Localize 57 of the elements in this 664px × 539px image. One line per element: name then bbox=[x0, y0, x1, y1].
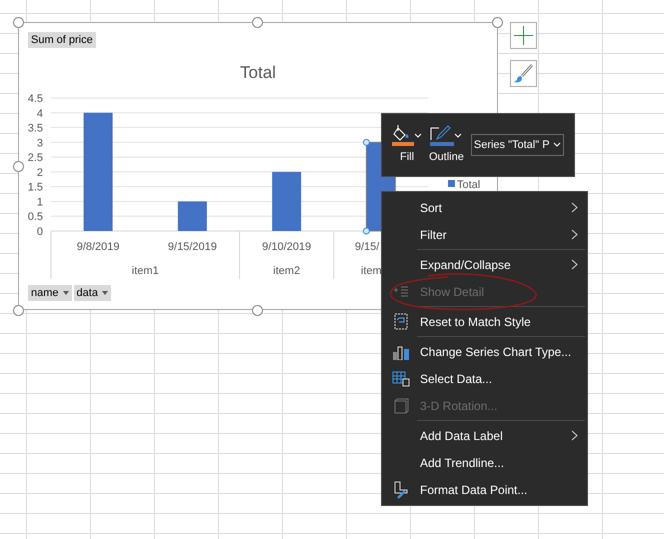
plus-icon bbox=[514, 26, 533, 45]
table-select-icon bbox=[392, 370, 410, 386]
pen-outline-icon bbox=[430, 124, 454, 146]
dropdown-arrow-icon bbox=[62, 291, 69, 295]
selection-handle[interactable] bbox=[362, 138, 370, 146]
field-dropdown[interactable]: data bbox=[74, 285, 111, 301]
document-reset-icon bbox=[394, 313, 408, 330]
axis-tick-label: 4 bbox=[36, 108, 43, 120]
group-label: item2 bbox=[273, 265, 300, 277]
axis-tick-label: 0 bbox=[36, 226, 43, 238]
menu-item[interactable]: Add Trendline... bbox=[382, 449, 587, 476]
cube-icon bbox=[394, 398, 408, 414]
series-dropdown[interactable]: Series "Total" P bbox=[470, 134, 564, 156]
chevron-down-icon bbox=[414, 132, 422, 140]
category-label: 9/8/2019 bbox=[76, 241, 120, 253]
chart-styles-button[interactable] bbox=[510, 60, 537, 87]
chevron-down-icon bbox=[454, 132, 462, 140]
chevron-down-icon bbox=[552, 141, 561, 149]
fill-button[interactable]: Fill bbox=[392, 124, 422, 166]
axis-tick-label: 0.5 bbox=[28, 211, 43, 224]
axis-tick-label: 2 bbox=[36, 166, 43, 179]
field-dropdown[interactable]: name bbox=[28, 285, 72, 301]
category-label: 9/10/2019 bbox=[262, 241, 312, 253]
axis-tick-label: 1.5 bbox=[28, 182, 43, 194]
field-button[interactable]: Sum of price bbox=[28, 32, 96, 48]
resize-handle[interactable] bbox=[252, 17, 263, 28]
bar-chart-icon bbox=[392, 344, 410, 360]
legend-swatch bbox=[448, 180, 455, 187]
menu-item[interactable]: Select Data... bbox=[382, 365, 587, 392]
menu-item[interactable]: Change Series Chart Type... bbox=[382, 338, 587, 365]
axis-tick-label: 4.5 bbox=[28, 93, 43, 105]
resize-handle[interactable] bbox=[252, 305, 263, 316]
outline-button[interactable]: Outline bbox=[429, 124, 464, 166]
axis-tick-label: 2.5 bbox=[28, 152, 43, 164]
paint-bucket-icon bbox=[392, 124, 414, 146]
group-label: item1 bbox=[132, 265, 159, 277]
axis-tick-label: 1 bbox=[36, 196, 43, 208]
chart-elements-button[interactable] bbox=[510, 22, 537, 49]
menu-item[interactable]: Format Data Point... bbox=[382, 476, 587, 503]
resize-handle[interactable] bbox=[13, 17, 24, 28]
category-label: 9/15/2019 bbox=[168, 241, 217, 253]
category-label: 9/15/ bbox=[354, 241, 380, 253]
menu-item[interactable]: Add Data Label bbox=[382, 422, 587, 449]
selection-handle[interactable] bbox=[362, 228, 370, 234]
axis-tick-label: 3 bbox=[36, 137, 43, 150]
resize-handle[interactable] bbox=[13, 305, 24, 316]
resize-handle[interactable] bbox=[13, 161, 24, 172]
menu-item[interactable]: Reset to Match Style bbox=[382, 308, 587, 335]
list-plus-icon bbox=[393, 286, 409, 298]
axis-tick-label: 3.5 bbox=[28, 122, 43, 135]
dropdown-arrow-icon bbox=[102, 291, 108, 295]
paintbrush-icon bbox=[513, 63, 534, 84]
legend-label: Total bbox=[457, 179, 480, 191]
group-label: item bbox=[360, 265, 382, 277]
format-brush-icon bbox=[392, 480, 410, 498]
resize-handle[interactable] bbox=[492, 17, 503, 28]
chart-title: Total bbox=[240, 63, 276, 82]
